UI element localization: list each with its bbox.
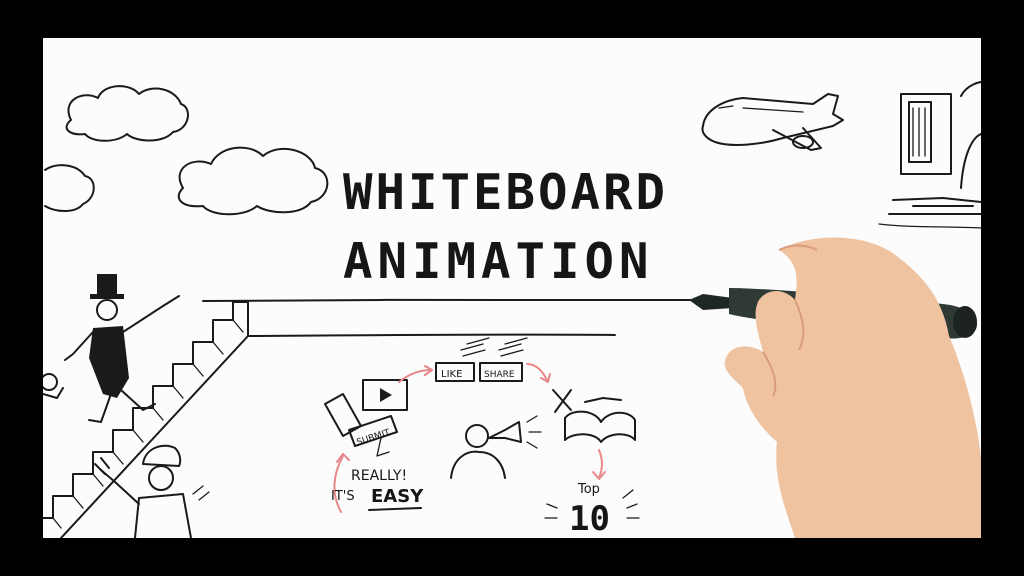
cloud-icon [177, 146, 329, 216]
airplane-icon [701, 93, 844, 151]
share-label: SHARE [484, 370, 515, 380]
cloud-icon [44, 164, 95, 212]
whiteboard: WHITEBOARD ANIMATION SUBMIT LIKE SHARE R… [43, 38, 981, 538]
easy-label: EASY [371, 486, 424, 507]
cloud-icon [65, 85, 189, 142]
staircase [43, 301, 249, 538]
top-hat-man [64, 274, 180, 423]
submit-doodle: SUBMIT [324, 379, 408, 457]
worker-figure [94, 444, 210, 538]
top-label: Top [577, 482, 600, 497]
title-line-2: ANIMATION [343, 233, 654, 290]
top-number: 10 [569, 499, 610, 538]
underline-stroke [202, 298, 694, 302]
climber-figure [43, 373, 64, 399]
easy-doodle: REALLY! IT'S EASY [331, 453, 424, 513]
submit-label: SUBMIT [356, 428, 392, 448]
really-label: REALLY! [351, 468, 407, 484]
like-label: LIKE [441, 369, 462, 380]
tools-book-doodle [552, 389, 636, 480]
top-ten-doodle: Top 10 [544, 482, 640, 538]
underline-stroke-lower [247, 333, 616, 337]
megaphone-figure [450, 415, 542, 479]
title-line-1: WHITEBOARD [343, 164, 668, 221]
like-share-doodle: LIKE SHARE [398, 337, 551, 383]
hand-with-marker [689, 237, 981, 538]
computer-icon [878, 81, 981, 229]
its-label: IT'S [331, 489, 355, 504]
